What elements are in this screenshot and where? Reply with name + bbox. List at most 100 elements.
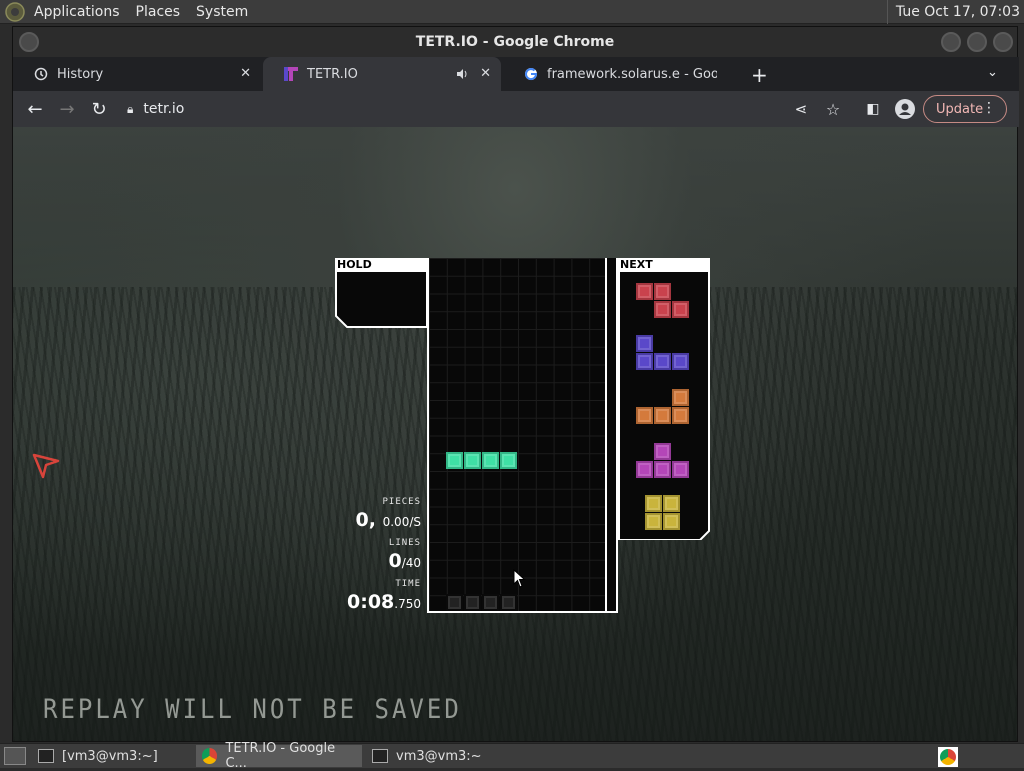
next-mino-j xyxy=(672,353,689,370)
next-label: NEXT xyxy=(618,258,710,272)
next-mino-t xyxy=(654,461,671,478)
game-board[interactable] xyxy=(427,258,605,613)
new-tab-button[interactable]: + xyxy=(751,63,768,87)
next-mino-z xyxy=(672,301,689,318)
window-titlebar[interactable]: TETR.IO - Google Chrome xyxy=(13,27,1017,57)
ghost-mino xyxy=(464,594,481,611)
tray-chrome-icon[interactable] xyxy=(938,747,958,767)
pieces-value: 0, 0.00/S xyxy=(301,509,421,531)
next-mino-o xyxy=(663,495,680,512)
pieces-rate: 0.00/S xyxy=(382,515,421,529)
next-mino-z xyxy=(654,283,671,300)
window-title: TETR.IO - Google Chrome xyxy=(415,34,615,50)
taskbar-item-terminal-2[interactable]: vm3@vm3:~ xyxy=(366,745,526,767)
speaker-icon[interactable] xyxy=(455,67,469,81)
next-mino-j xyxy=(636,353,653,370)
update-button[interactable]: Update ⋮ xyxy=(923,95,1007,123)
system-top-panel: Applications Places System Tue Oct 17, 0… xyxy=(0,0,1024,24)
history-icon xyxy=(33,66,49,82)
garbage-meter xyxy=(605,258,618,613)
lines-value: 0/40 xyxy=(301,550,421,572)
next-mino-j xyxy=(636,335,653,352)
lines-label: LINES xyxy=(388,538,421,548)
window-menu-button[interactable] xyxy=(19,32,39,52)
pieces-label: PIECES xyxy=(382,497,421,507)
show-desktop-icon[interactable] xyxy=(4,747,26,765)
tab-label: framework.solarus.e - Google xyxy=(547,66,717,82)
next-mino-l xyxy=(672,407,689,424)
time-main: 0:08 xyxy=(347,591,395,613)
tab-search-chevron-down-icon[interactable]: ⌄ xyxy=(987,65,998,80)
browser-toolbar: ← → ↻ 🔒︎ tetr.io ⋖ ☆ ◧ Update ⋮ xyxy=(13,91,1019,127)
minimize-button[interactable] xyxy=(941,32,961,52)
places-menu[interactable]: Places xyxy=(128,0,189,24)
side-panel-icon[interactable]: ◧ xyxy=(857,93,889,125)
next-mino-l xyxy=(636,407,653,424)
clock[interactable]: Tue Oct 17, 07:03 xyxy=(886,0,1020,24)
next-mino-j xyxy=(654,353,671,370)
close-window-button[interactable] xyxy=(993,32,1013,52)
mino-i xyxy=(464,452,481,469)
applications-menu[interactable]: Applications xyxy=(26,0,128,24)
browser-window: TETR.IO - Google Chrome History ✕ TETR.I… xyxy=(12,26,1019,742)
next-mino-z xyxy=(654,301,671,318)
chrome-icon xyxy=(202,748,218,764)
system-menu[interactable]: System xyxy=(188,0,256,24)
next-mino-o xyxy=(645,513,662,530)
time-ms: .750 xyxy=(394,597,421,611)
tab-tetrio[interactable]: TETR.IO ✕ xyxy=(263,57,501,91)
taskbar-item-label: [vm3@vm3:~] xyxy=(62,748,158,764)
next-mino-o xyxy=(645,495,662,512)
next-mino-t xyxy=(654,443,671,460)
time-label: TIME xyxy=(395,579,421,589)
taskbar-item-label: TETR.IO - Google C... xyxy=(225,741,336,771)
lock-icon[interactable]: 🔒︎ xyxy=(127,102,133,117)
tetrio-logo-icon[interactable] xyxy=(31,451,61,481)
next-mino-o xyxy=(663,513,680,530)
tab-label: TETR.IO xyxy=(307,66,358,82)
google-icon xyxy=(523,66,539,82)
bottom-taskbar: [vm3@vm3:~] TETR.IO - Google C... vm3@vm… xyxy=(0,741,1024,771)
tab-history[interactable]: History ✕ xyxy=(13,57,261,91)
close-icon[interactable]: ✕ xyxy=(480,66,491,81)
tetrio-page[interactable]: HOLD NEXT PIECES 0, 0.00/S LINES 0/40 TI… xyxy=(13,127,1017,741)
maximize-button[interactable] xyxy=(967,32,987,52)
back-button[interactable]: ← xyxy=(19,93,51,125)
tab-label: History xyxy=(57,66,104,82)
lines-goal: /40 xyxy=(401,556,421,570)
more-menu-icon[interactable]: ⋮ xyxy=(982,100,996,116)
next-mino-t xyxy=(636,461,653,478)
mino-i xyxy=(500,452,517,469)
taskbar-item-chrome[interactable]: TETR.IO - Google C... xyxy=(196,741,362,771)
hold-box xyxy=(335,272,427,328)
ghost-mino xyxy=(482,594,499,611)
next-mino-l xyxy=(672,389,689,406)
update-label: Update xyxy=(936,101,984,117)
tetrio-favicon-icon xyxy=(283,66,299,82)
next-mino-z xyxy=(636,283,653,300)
ghost-mino xyxy=(500,594,517,611)
pieces-count: 0, xyxy=(355,509,376,531)
distro-logo-icon[interactable] xyxy=(4,1,26,23)
mino-i xyxy=(482,452,499,469)
terminal-icon xyxy=(38,749,54,763)
time-value: 0:08.750 xyxy=(301,591,421,613)
lines-count: 0 xyxy=(388,550,402,572)
next-mino-t xyxy=(672,461,689,478)
tab-strip: History ✕ TETR.IO ✕ framework.solarus.e … xyxy=(13,57,1019,91)
next-mino-l xyxy=(654,407,671,424)
replay-notice: REPLAY WILL NOT BE SAVED xyxy=(43,693,462,725)
url-text: tetr.io xyxy=(143,101,185,117)
reload-button[interactable]: ↻ xyxy=(83,93,115,125)
profile-avatar[interactable] xyxy=(889,93,921,125)
bookmark-star-icon[interactable]: ☆ xyxy=(817,93,849,125)
forward-button[interactable]: → xyxy=(51,93,83,125)
terminal-icon xyxy=(372,749,388,763)
address-bar[interactable]: 🔒︎ tetr.io xyxy=(119,95,769,123)
taskbar-item-terminal-1[interactable]: [vm3@vm3:~] xyxy=(32,745,192,767)
ghost-mino xyxy=(446,594,463,611)
share-icon[interactable]: ⋖ xyxy=(785,93,817,125)
close-icon[interactable]: ✕ xyxy=(240,66,251,81)
tab-framework-solarus[interactable]: framework.solarus.e - Google xyxy=(503,57,741,91)
mino-i xyxy=(446,452,463,469)
